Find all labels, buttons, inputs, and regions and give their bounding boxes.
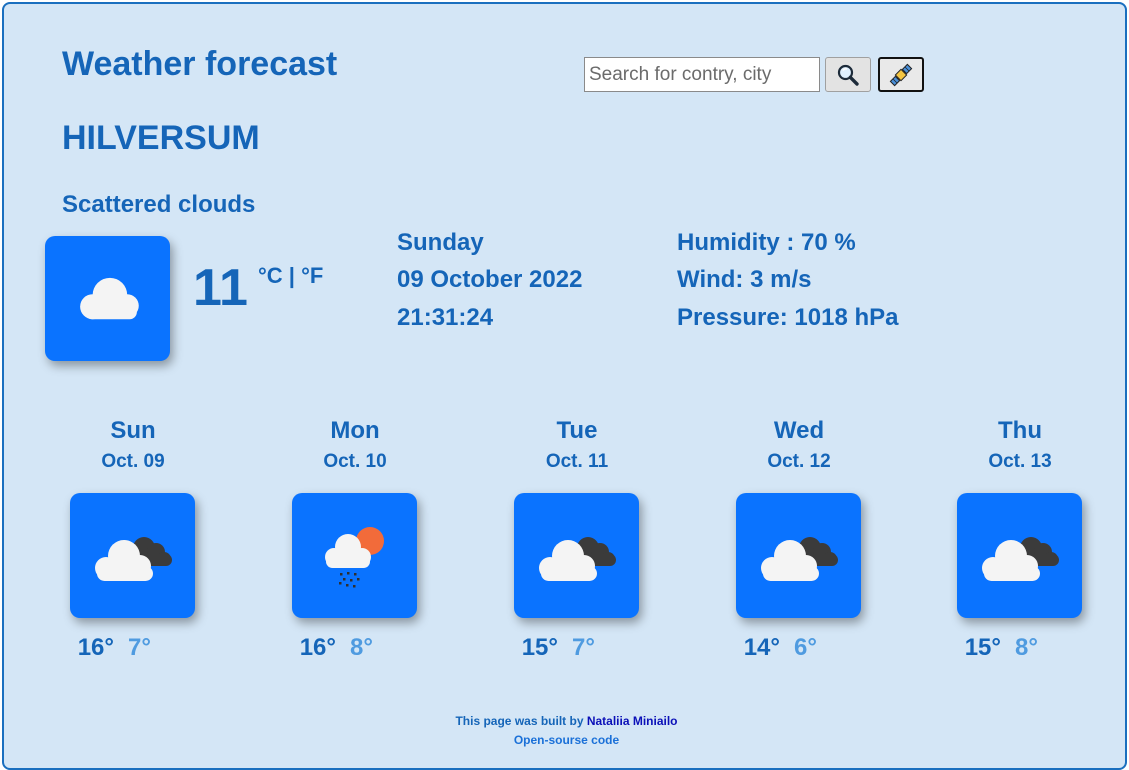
fahrenheit-link[interactable]: °F [301, 263, 323, 288]
forecast-temps: 15° 8° [930, 634, 1110, 662]
pressure: Pressure: 1018 hPa [677, 304, 899, 331]
footer-credit: This page was built by Nataliia Miniailo [4, 714, 1129, 728]
forecast-temps: 15° 7° [487, 634, 667, 662]
page-title: Weather forecast [62, 45, 338, 83]
cloudy-icon [538, 536, 616, 581]
forecast-icon-tile [292, 493, 417, 618]
forecast-day-name: Sun [110, 417, 156, 444]
forecast-max-temp: 16° [77, 634, 114, 661]
city-name: HILVERSUM [62, 119, 260, 157]
search-input[interactable] [584, 57, 820, 92]
forecast-temps: 14° 6° [709, 634, 889, 662]
forecast-date: Oct. 09 [101, 451, 165, 472]
source-code-link[interactable]: Open-sourse code [514, 733, 619, 747]
forecast-min-temp: 8° [350, 634, 373, 661]
forecast-icon-tile [514, 493, 639, 618]
current-day: Sunday [397, 229, 484, 256]
forecast-day: Tue Oct. 11 15° 7° [487, 414, 667, 662]
footer-source: Open-sourse code [4, 733, 1129, 747]
current-weather-icon-tile [45, 236, 170, 361]
forecast-date: Oct. 10 [323, 451, 387, 472]
forecast-date: Oct. 11 [545, 451, 609, 472]
forecast-day-name: Mon [330, 417, 380, 444]
satellite-icon [889, 63, 913, 86]
unit-separator: | [282, 263, 302, 288]
forecast-icon-tile [70, 493, 195, 618]
app-frame: Weather forecast HILVERSUM Scattered clo… [2, 2, 1127, 770]
forecast-day-name: Wed [773, 417, 825, 444]
forecast-max-temp: 16° [299, 634, 336, 661]
search-button[interactable] [825, 57, 871, 92]
weather-description: Scattered clouds [62, 191, 256, 218]
forecast-date: Oct. 12 [767, 451, 831, 472]
forecast-day: Thu Oct. 13 15° 8° [930, 414, 1110, 662]
forecast-day-name: Thu [998, 417, 1042, 444]
forecast-icon-tile [957, 493, 1082, 618]
wind: Wind: 3 m/s [677, 266, 812, 293]
footer-built-by-text: This page was built by [455, 714, 587, 728]
cloud-icon [79, 277, 139, 319]
celsius-link[interactable]: °C [258, 263, 283, 288]
forecast-min-temp: 7° [572, 634, 595, 661]
forecast-min-temp: 8° [1015, 634, 1038, 661]
author-link[interactable]: Nataliia Miniailo [587, 714, 678, 728]
forecast-min-temp: 7° [128, 634, 151, 661]
forecast-temps: 16° 8° [265, 634, 445, 662]
forecast-day: Wed Oct. 12 14° 6° [709, 414, 889, 662]
forecast-max-temp: 15° [964, 634, 1001, 661]
humidity: Humidity : 70 % [677, 229, 856, 256]
forecast-max-temp: 15° [521, 634, 558, 661]
forecast-min-temp: 6° [794, 634, 817, 661]
forecast-temps: 16° 7° [43, 634, 223, 662]
current-time: 21:31:24 [397, 304, 494, 331]
cloudy-icon [94, 536, 172, 581]
magnifier-icon [837, 64, 859, 86]
current-temperature: 11 [193, 259, 248, 317]
cloudy-icon [981, 536, 1059, 581]
forecast-day: Sun Oct. 09 16° 7° [43, 414, 223, 662]
forecast-icon-tile [736, 493, 861, 618]
forecast-day: Mon Oct. 10 16° 8° [265, 414, 445, 662]
forecast-day-name: Tue [556, 417, 598, 444]
forecast-max-temp: 14° [743, 634, 780, 661]
cloudy-icon [760, 536, 838, 581]
current-date: 09 October 2022 [397, 266, 583, 293]
sun-rain-cloud-icon [324, 526, 384, 587]
current-location-button[interactable] [878, 57, 924, 92]
forecast-date: Oct. 13 [988, 451, 1052, 472]
unit-switch: °C | °F [258, 263, 323, 289]
